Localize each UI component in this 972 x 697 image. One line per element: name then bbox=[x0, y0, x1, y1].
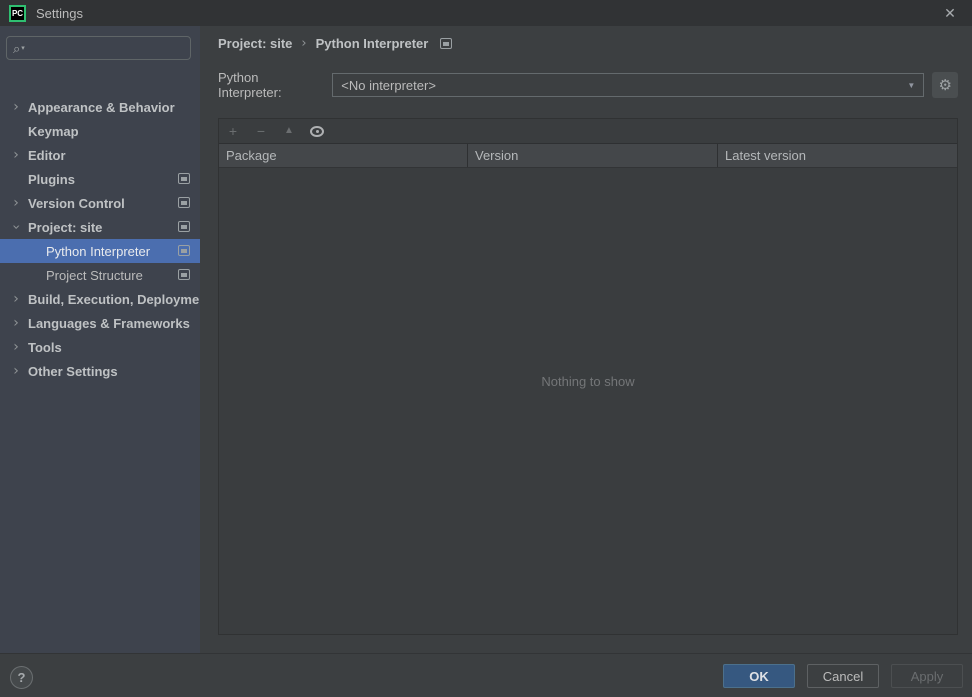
column-header-version[interactable]: Version bbox=[467, 144, 717, 167]
interpreter-label: Python Interpreter: bbox=[218, 70, 282, 100]
minus-icon: − bbox=[256, 123, 266, 139]
sidebar-item-label: Other Settings bbox=[28, 363, 118, 379]
sidebar-item-label: Tools bbox=[28, 339, 62, 355]
breadcrumb: Project: site › Python Interpreter bbox=[218, 36, 453, 51]
sidebar-item-label: Project: site bbox=[28, 219, 103, 235]
sidebar-item-label: Version Control bbox=[28, 195, 125, 211]
interpreter-selected-value: <No interpreter> bbox=[341, 77, 436, 93]
sidebar-item-languages-frameworks[interactable]: › Languages & Frameworks bbox=[0, 311, 200, 335]
empty-state-text: Nothing to show bbox=[541, 374, 635, 389]
settings-dialog: PC Settings ✕ ⌕ ▾ › Appearance & Behavio… bbox=[0, 0, 972, 697]
close-icon[interactable]: ✕ bbox=[936, 0, 964, 26]
sidebar-item-label: Languages & Frameworks bbox=[28, 315, 190, 331]
sidebar-item-project-site[interactable]: › Project: site bbox=[0, 215, 200, 239]
interpreter-select[interactable]: <No interpreter> ▼ bbox=[332, 73, 925, 97]
window-title: Settings bbox=[36, 5, 83, 21]
remove-package-button[interactable]: − bbox=[247, 124, 275, 138]
breadcrumb-python-interpreter: Python Interpreter bbox=[315, 36, 429, 51]
per-project-settings-icon bbox=[178, 221, 190, 232]
chevron-right-icon[interactable]: › bbox=[10, 364, 22, 378]
chevron-right-icon[interactable]: › bbox=[10, 316, 22, 330]
sidebar-item-project-structure[interactable]: Project Structure bbox=[0, 263, 200, 287]
interpreter-settings-button[interactable]: ⚙ bbox=[932, 72, 958, 98]
sidebar-item-label: Appearance & Behavior bbox=[28, 99, 175, 115]
per-project-settings-icon bbox=[178, 269, 190, 280]
sidebar-item-plugins[interactable]: Plugins bbox=[0, 167, 200, 191]
packages-table-body: Nothing to show bbox=[219, 168, 957, 634]
pycharm-logo-icon: PC bbox=[9, 4, 26, 22]
show-early-releases-button[interactable] bbox=[303, 125, 331, 137]
breadcrumb-project-site[interactable]: Project: site bbox=[218, 36, 292, 51]
column-header-latest-version[interactable]: Latest version bbox=[717, 144, 957, 167]
sidebar-item-label: Plugins bbox=[28, 171, 75, 187]
help-button[interactable]: ? bbox=[10, 666, 33, 689]
per-project-settings-icon bbox=[178, 197, 190, 208]
sidebar-item-editor[interactable]: › Editor bbox=[0, 143, 200, 167]
column-header-package[interactable]: Package bbox=[219, 144, 467, 167]
sidebar-item-label: Editor bbox=[28, 147, 66, 163]
upgrade-package-button[interactable]: ▲ bbox=[275, 126, 303, 136]
question-mark-icon: ? bbox=[17, 670, 26, 685]
chevron-right-icon[interactable]: › bbox=[10, 100, 22, 114]
per-project-settings-icon bbox=[178, 173, 190, 184]
chevron-down-icon[interactable]: › bbox=[8, 221, 24, 233]
chevron-right-icon[interactable]: › bbox=[10, 292, 22, 306]
search-icon: ⌕ bbox=[13, 40, 21, 56]
cancel-button[interactable]: Cancel bbox=[807, 664, 879, 688]
footer-buttons: OK Cancel Apply bbox=[723, 664, 963, 688]
settings-tree: › Appearance & Behavior Keymap › Editor … bbox=[0, 95, 211, 383]
sidebar-item-label: Python Interpreter bbox=[46, 243, 151, 259]
packages-panel: + − ▲ Package Version Latest version Not… bbox=[218, 118, 958, 635]
sidebar-item-label: Project Structure bbox=[46, 267, 143, 283]
search-history-caret-icon[interactable]: ▾ bbox=[21, 44, 25, 52]
sidebar-item-appearance-behavior[interactable]: › Appearance & Behavior bbox=[0, 95, 200, 119]
plus-icon: + bbox=[228, 123, 238, 139]
packages-toolbar: + − ▲ bbox=[219, 119, 957, 144]
chevron-right-icon[interactable]: › bbox=[10, 340, 22, 354]
sidebar-item-version-control[interactable]: › Version Control bbox=[0, 191, 200, 215]
title-bar: PC Settings ✕ bbox=[0, 0, 972, 26]
per-project-settings-icon bbox=[440, 38, 453, 49]
breadcrumb-separator-icon: › bbox=[301, 36, 307, 51]
sidebar-item-label: Keymap bbox=[28, 123, 79, 139]
eye-icon bbox=[310, 125, 324, 137]
dialog-footer: ? OK Cancel Apply bbox=[0, 653, 972, 697]
settings-content: Project: site › Python Interpreter Pytho… bbox=[200, 26, 972, 653]
chevron-right-icon[interactable]: › bbox=[10, 148, 22, 162]
add-package-button[interactable]: + bbox=[219, 124, 247, 138]
sidebar-item-build-execution-deployment[interactable]: › Build, Execution, Deployment bbox=[0, 287, 211, 311]
ok-button[interactable]: OK bbox=[723, 664, 795, 688]
gear-icon: ⚙ bbox=[938, 77, 952, 94]
sidebar-item-keymap[interactable]: Keymap bbox=[0, 119, 200, 143]
chevron-right-icon[interactable]: › bbox=[10, 196, 22, 210]
interpreter-row: Python Interpreter: <No interpreter> ▼ ⚙ bbox=[218, 70, 958, 100]
sidebar-item-python-interpreter[interactable]: Python Interpreter bbox=[0, 239, 200, 263]
settings-sidebar: ⌕ ▾ › Appearance & Behavior Keymap › Edi… bbox=[0, 26, 211, 653]
apply-button: Apply bbox=[891, 664, 963, 688]
arrow-up-icon: ▲ bbox=[284, 125, 294, 136]
sidebar-item-tools[interactable]: › Tools bbox=[0, 335, 200, 359]
search-input[interactable]: ⌕ ▾ bbox=[6, 36, 191, 60]
per-project-settings-icon bbox=[178, 245, 190, 256]
packages-table-header: Package Version Latest version bbox=[219, 144, 957, 168]
sidebar-item-other-settings[interactable]: › Other Settings bbox=[0, 359, 200, 383]
chevron-down-icon: ▼ bbox=[907, 80, 916, 90]
sidebar-item-label: Build, Execution, Deployment bbox=[28, 291, 212, 307]
